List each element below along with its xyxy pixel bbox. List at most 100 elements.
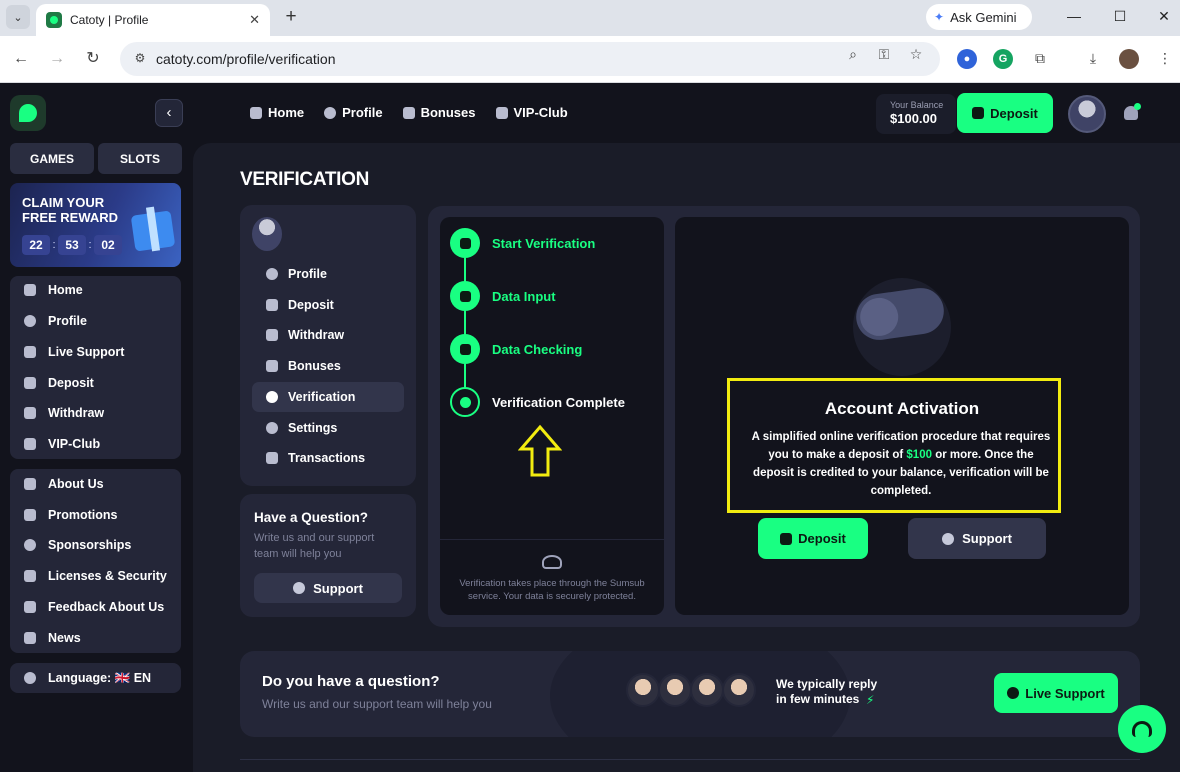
activation-deposit-button[interactable]: Deposit [758,518,868,559]
games-button[interactable]: GAMES [10,143,94,174]
sidebar-item-licenses-security[interactable]: Licenses & Security [22,566,167,586]
sidebar-item-home[interactable]: Home [22,280,83,300]
browser-tab[interactable]: Catoty | Profile ✕ [36,4,270,36]
profile-menu-settings[interactable]: Settings [252,413,404,443]
ask-gemini-button[interactable]: ✦ Ask Gemini [926,4,1032,30]
back-icon[interactable]: ← [10,48,32,70]
steps-connector [464,243,466,403]
sidebar-item-label: Feedback About Us [48,600,165,614]
profile-menu-deposit[interactable]: Deposit [252,290,404,320]
claim-reward-banner[interactable]: CLAIM YOUR FREE REWARD 22 : 53 : 02 [10,183,181,267]
balance-label: Your Balance [890,100,944,110]
extensions-puzzle-icon[interactable]: ⧉ [1030,48,1050,68]
topnav-label: Profile [342,105,383,120]
profile-menu-label: Verification [288,390,356,404]
sidebar-item-label: Withdraw [48,406,105,420]
sidebar-item-sponsorships[interactable]: Sponsorships [22,535,131,555]
address-bar[interactable]: ⚙ catoty.com/profile/verification [120,42,940,76]
download-icon[interactable]: ⤓ [1083,48,1103,68]
profile-menu-bonuses[interactable]: Bonuses [252,351,404,381]
password-key-icon[interactable]: ⚿ [874,44,894,64]
profile-menu-card: Profile Deposit Withdraw Bonuses Verific… [240,205,416,486]
activation-support-button[interactable]: Support [908,518,1046,559]
language-item: Language: 🇬🇧 EN [22,668,151,688]
user-icon [324,106,337,119]
language-selector[interactable]: Language: 🇬🇧 EN [10,663,181,693]
sidebar-item-vip-club[interactable]: VIP-Club [22,434,100,454]
sidebar-item-label: About Us [48,477,104,491]
reply-line-2: in few minutes [776,692,860,706]
sidebar-item-about-us[interactable]: About Us [22,474,104,494]
question-support-button[interactable]: Support [254,573,402,603]
question-card: Have a Question? Write us and our suppor… [240,494,416,617]
new-tab-button[interactable]: + [280,6,302,28]
tab-close-icon[interactable]: ✕ [249,12,260,28]
agent-avatar [690,673,724,707]
sidebar-item-promotions[interactable]: Promotions [22,505,117,525]
tab-search-button[interactable]: ⌄ [6,5,30,29]
forward-icon[interactable]: → [46,48,68,70]
profile-menu-profile[interactable]: Profile [252,259,404,289]
sidebar-item-profile[interactable]: Profile [22,311,87,331]
wallet-icon [22,375,38,391]
sidebar-item-withdraw[interactable]: Withdraw [22,403,104,423]
topnav-vip-club[interactable]: VIP-Club [495,105,568,120]
floating-chat-button[interactable] [1118,705,1166,753]
sidebar-item-label: VIP-Club [48,437,101,451]
topnav-profile[interactable]: Profile [324,105,383,120]
topnav-bonuses[interactable]: Bonuses [402,105,476,120]
sidebar-collapse-button[interactable]: ‹ [155,99,183,127]
reload-icon[interactable]: ↻ [82,48,104,70]
activation-title: Account Activation [824,399,980,418]
profile-avatar-icon[interactable] [1119,49,1139,69]
maximize-icon[interactable]: ☐ [1110,8,1130,26]
slots-button[interactable]: SLOTS [98,143,182,174]
browser-toolbar: ← → ↻ ⚙ catoty.com/profile/verification … [0,36,1180,83]
site-favicon-icon [46,12,62,28]
chat-icon [22,344,38,360]
user-avatar[interactable] [1068,95,1106,133]
site-info-icon[interactable]: ⚙ [132,51,148,67]
minimize-icon[interactable]: — [1064,8,1084,26]
sidebar-item-feedback[interactable]: Feedback About Us [22,597,164,617]
header-deposit-button[interactable]: Deposit [957,93,1053,133]
sidebar: ‹ GAMES SLOTS CLAIM YOUR FREE REWARD 22 … [0,83,193,772]
extension-blue-icon[interactable]: ● [957,49,977,69]
balance-value: $100.00 [890,111,937,126]
sidebar-item-news[interactable]: News [22,628,81,648]
gear-icon [266,422,278,434]
profile-menu-withdraw[interactable]: Withdraw [252,320,404,350]
catoty-logo[interactable] [10,95,46,131]
step-complete-icon [450,387,480,417]
timer-separator: : [88,239,92,251]
question-title: Have a Question? [254,510,369,525]
grammarly-icon[interactable]: G [993,49,1013,69]
reward-timer: 22 : 53 : 02 [22,235,122,255]
wallet-icon [972,107,985,119]
window-close-icon[interactable]: ✕ [1154,8,1174,26]
support-banner: Do you have a question? Write us and our… [240,651,1140,737]
profile-menu-label: Profile [288,267,327,281]
timer-hours: 22 [22,235,50,255]
sidebar-item-deposit[interactable]: Deposit [22,373,94,393]
step-data-input-icon [450,281,480,311]
step-verification-complete: Verification Complete [492,395,625,410]
sidebar-item-live-support[interactable]: Live Support [22,342,124,362]
browser-tab-bar: ⌄ Catoty | Profile ✕ + ✦ Ask Gemini — ☐ … [0,0,1180,36]
bookmark-star-icon[interactable]: ☆ [906,44,926,64]
gift-box-icon [127,195,177,255]
profile-menu-transactions[interactable]: Transactions [252,443,404,473]
sidebar-info-nav: About Us Promotions Sponsorships License… [10,469,181,653]
feedback-icon [22,599,38,615]
headset-icon [1132,721,1152,737]
timer-seconds: 02 [94,235,122,255]
topnav-home[interactable]: Home [250,105,304,120]
profile-menu-verification[interactable]: Verification [252,382,404,412]
sidebar-main-nav: Home Profile Live Support Deposit Withdr… [10,276,181,459]
megaphone-icon [22,507,38,523]
browser-menu-icon[interactable]: ⋮ [1155,48,1175,68]
live-support-button[interactable]: Live Support [994,673,1118,713]
timer-separator: : [52,239,56,251]
medal-icon [22,537,38,553]
zoom-icon[interactable]: ⌕ [843,44,863,64]
